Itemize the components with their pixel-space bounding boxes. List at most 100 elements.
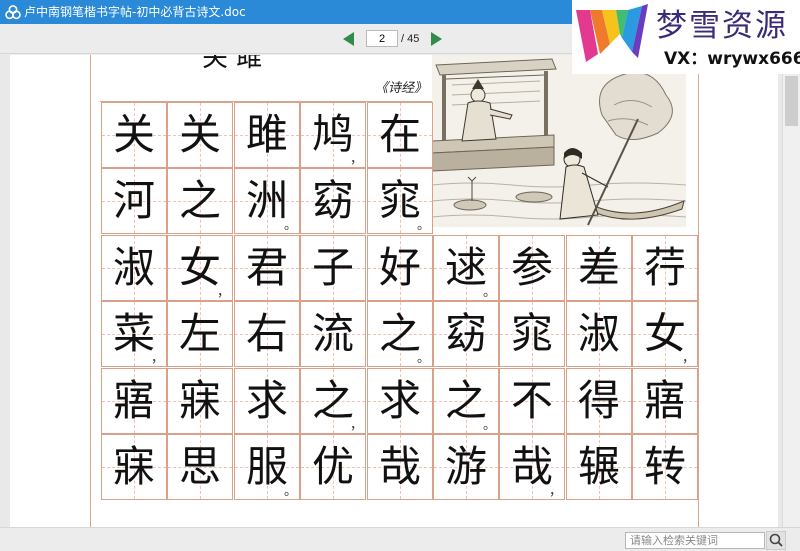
calligraphy-character: 淑 [112, 243, 155, 292]
calligraphy-grid: 关 雎 《诗经》 关 关 雎 鸠 ， 在 河 之 洲 。 窈 窕 。 淑 女 ，… [90, 55, 700, 527]
watermark-title: 梦雪资源 [656, 8, 788, 44]
character-cell: 逑。 [433, 235, 499, 301]
character-cell: 女， [632, 301, 698, 367]
character-cell: 雎 [234, 102, 300, 168]
prev-page-button[interactable] [342, 32, 356, 46]
punctuation-mark: ， [150, 351, 164, 366]
punctuation-mark: 。 [482, 285, 496, 300]
document-viewport[interactable]: 关 雎 《诗经》 关 关 雎 鸠 ， 在 河 之 洲 。 窈 窕 。 淑 女 ，… [0, 55, 782, 527]
search-button[interactable] [766, 531, 786, 550]
poem-title: 关 雎 [202, 55, 263, 73]
vertical-scrollbar[interactable] [782, 55, 800, 527]
poem-illustration [432, 55, 686, 227]
calligraphy-character: 在 [378, 110, 421, 159]
calligraphy-character: 窈 [444, 309, 487, 358]
character-cell: 窕 [499, 301, 565, 367]
punctuation-mark: ， [349, 418, 363, 433]
character-cell: 寤 [101, 368, 167, 434]
search-input[interactable] [625, 532, 765, 549]
character-cell: 思 [167, 434, 233, 500]
calligraphy-character: 之 [178, 176, 221, 225]
calligraphy-character: 优 [311, 442, 354, 491]
calligraphy-character: 关 [178, 110, 221, 159]
character-cell: 好 [367, 235, 433, 301]
character-cell: 荇 [632, 235, 698, 301]
character-cell: 得 [566, 368, 632, 434]
punctuation-mark: ， [681, 351, 695, 366]
character-cell: 不 [499, 368, 565, 434]
punctuation-mark: 。 [416, 351, 430, 366]
character-cell: 子 [300, 235, 366, 301]
calligraphy-character: 关 [112, 110, 155, 159]
punctuation-mark: 。 [283, 484, 297, 499]
character-cell: 淑 [101, 235, 167, 301]
character-cell: 之， [300, 368, 366, 434]
character-cell: 窈 [433, 301, 499, 367]
page-number-input[interactable] [366, 30, 398, 47]
document-viewer-window: 卢中南钢笔楷书字帖-初中必背古诗文.doc 梦雪资源 VX：wrywx666 /… [0, 0, 800, 551]
calligraphy-character: 辗 [577, 442, 620, 491]
character-cell: 左 [167, 301, 233, 367]
calligraphy-character: 转 [643, 442, 686, 491]
character-cell: 参 [499, 235, 565, 301]
character-cell: 服。 [234, 434, 300, 500]
character-cell: 求 [234, 368, 300, 434]
character-cell: 哉， [499, 434, 565, 500]
calligraphy-character: 荇 [643, 243, 686, 292]
triangle-left-icon [343, 32, 354, 46]
search-bar [0, 527, 800, 551]
calligraphy-character: 参 [510, 243, 553, 292]
character-cell: 在 [367, 102, 433, 168]
calligraphy-character: 游 [444, 442, 487, 491]
character-cell: 辗 [566, 434, 632, 500]
calligraphy-character: 君 [245, 243, 288, 292]
calligraphy-character: 哉 [378, 442, 421, 491]
watermark-contact: VX：wrywx666 [664, 49, 800, 69]
character-cell: 淑 [566, 301, 632, 367]
calligraphy-character: 寐 [112, 442, 155, 491]
punctuation-mark: ， [548, 484, 562, 499]
punctuation-mark: 。 [482, 418, 496, 433]
window-title: 卢中南钢笔楷书字帖-初中必背古诗文.doc [24, 5, 246, 19]
calligraphy-character: 得 [577, 376, 620, 425]
character-cell: 关 [101, 102, 167, 168]
document-page: 关 雎 《诗经》 关 关 雎 鸠 ， 在 河 之 洲 。 窈 窕 。 淑 女 ，… [10, 55, 778, 527]
character-cell: 关 [167, 102, 233, 168]
calligraphy-character: 窈 [311, 176, 354, 225]
calligraphy-character: 流 [311, 309, 354, 358]
character-cell: 鸠， [300, 102, 366, 168]
character-cell: 河 [101, 168, 167, 234]
character-cell: 游 [433, 434, 499, 500]
calligraphy-character: 窕 [510, 309, 553, 358]
calligraphy-character: 淑 [577, 309, 620, 358]
character-cell: 寐 [101, 434, 167, 500]
app-cloud-icon [5, 5, 21, 20]
character-cell: 君 [234, 235, 300, 301]
punctuation-mark: ， [216, 285, 230, 300]
next-page-button[interactable] [429, 32, 443, 46]
character-cell: 之 [167, 168, 233, 234]
character-cell: 之。 [367, 301, 433, 367]
calligraphy-character: 差 [577, 243, 620, 292]
character-cell: 优 [300, 434, 366, 500]
punctuation-mark: 。 [416, 218, 430, 233]
calligraphy-character: 右 [245, 309, 288, 358]
character-cell: 差 [566, 235, 632, 301]
character-cell: 寤 [632, 368, 698, 434]
character-cell: 流 [300, 301, 366, 367]
watermark-badge: 梦雪资源 VX：wrywx666 [572, 0, 800, 74]
calligraphy-character: 寐 [178, 376, 221, 425]
character-cell: 菜， [101, 301, 167, 367]
calligraphy-character: 子 [311, 243, 354, 292]
calligraphy-character: 求 [378, 376, 421, 425]
character-cell: 窕。 [367, 168, 433, 234]
page-margin-line-right [698, 55, 699, 527]
calligraphy-character: 雎 [245, 110, 288, 159]
calligraphy-character: 寤 [112, 376, 155, 425]
punctuation-mark: 。 [283, 218, 297, 233]
character-cell: 右 [234, 301, 300, 367]
punctuation-mark: ， [349, 152, 363, 167]
page-margin-line-left [90, 55, 91, 527]
scrollbar-thumb[interactable] [785, 76, 798, 126]
calligraphy-character: 寤 [643, 376, 686, 425]
